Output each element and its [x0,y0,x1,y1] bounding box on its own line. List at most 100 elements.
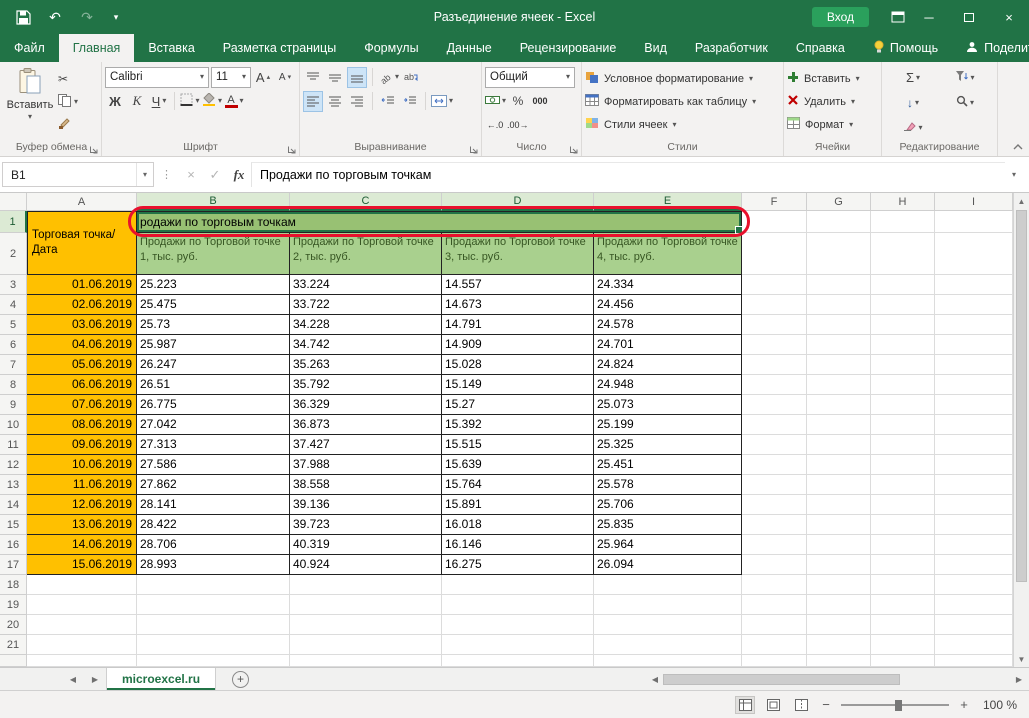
cell-H16[interactable] [871,535,935,555]
cell-B13[interactable]: 27.862 [137,475,290,495]
cell-H15[interactable] [871,515,935,535]
cell-I21[interactable] [935,635,1013,655]
cell-B20[interactable] [137,615,290,635]
autosum-button[interactable]: Σ▾ [885,67,941,88]
cell-G3[interactable] [807,275,871,295]
cell-F13[interactable] [742,475,807,495]
cell-B15[interactable]: 28.422 [137,515,290,535]
cell-C3[interactable]: 33.224 [290,275,442,295]
scroll-right-icon[interactable]: ▶ [1011,675,1027,684]
row-header-17[interactable]: 17 [0,555,27,575]
cell-I13[interactable] [935,475,1013,495]
ribbon-display-options-icon[interactable] [889,8,907,26]
cell-E15[interactable]: 25.835 [594,515,742,535]
cell-H1[interactable] [871,211,935,233]
cell-H13[interactable] [871,475,935,495]
cell-G10[interactable] [807,415,871,435]
clear-button[interactable]: ▾ [885,117,941,138]
cell-D22[interactable] [442,655,594,667]
cell-I20[interactable] [935,615,1013,635]
number-format-select[interactable]: Общий▾ [485,67,575,88]
row-header-3[interactable]: 3 [0,275,27,295]
cell-F3[interactable] [742,275,807,295]
cell-C18[interactable] [290,575,442,595]
cell-H14[interactable] [871,495,935,515]
italic-button[interactable]: К [127,91,147,112]
cell-G1[interactable] [807,211,871,233]
delete-cells-button[interactable]: Удалить▾ [787,90,878,113]
cell-C14[interactable]: 39.136 [290,495,442,515]
cell-E19[interactable] [594,595,742,615]
sheet-tab-microexcel[interactable]: microexcel.ru [106,668,216,690]
cell-I5[interactable] [935,315,1013,335]
bold-button[interactable]: Ж [105,91,125,112]
undo-icon[interactable]: ↶ [46,8,64,26]
cell-D10[interactable]: 15.392 [442,415,594,435]
row-header-14[interactable]: 14 [0,495,27,515]
collapse-ribbon-icon[interactable] [1013,139,1023,153]
cell-I16[interactable] [935,535,1013,555]
cell-E7[interactable]: 24.824 [594,355,742,375]
cell-D20[interactable] [442,615,594,635]
cell-D6[interactable]: 14.909 [442,335,594,355]
cell-F21[interactable] [742,635,807,655]
cell-D7[interactable]: 15.028 [442,355,594,375]
cell-C19[interactable] [290,595,442,615]
accounting-format-button[interactable]: ▾ [485,91,506,112]
row-header-19[interactable]: 19 [0,595,27,615]
cell-E13[interactable]: 25.578 [594,475,742,495]
cell-D11[interactable]: 15.515 [442,435,594,455]
format-as-table-button[interactable]: Форматировать как таблицу▾ [585,90,780,113]
zoom-slider[interactable] [841,698,949,712]
cell-D16[interactable]: 16.146 [442,535,594,555]
column-header-B[interactable]: B [137,193,290,211]
cell-A11-date[interactable]: 09.06.2019 [27,435,137,455]
cell-B18[interactable] [137,575,290,595]
cancel-button[interactable]: × [179,163,203,187]
cell-A7-date[interactable]: 05.06.2019 [27,355,137,375]
format-cells-button[interactable]: Формат▾ [787,113,878,136]
cell-A1-corner-header[interactable]: Торговая точка/ Дата [27,211,137,275]
cell-B17[interactable]: 28.993 [137,555,290,575]
cell-A21[interactable] [27,635,137,655]
cell-H10[interactable] [871,415,935,435]
align-top-button[interactable] [303,67,323,88]
cell-H2[interactable] [871,233,935,275]
cell-F1[interactable] [742,211,807,233]
font-dialog-launcher-icon[interactable] [287,144,297,154]
cell-H21[interactable] [871,635,935,655]
cell-B21[interactable] [137,635,290,655]
zoom-level[interactable]: 100 % [979,698,1017,712]
tab-данные[interactable]: Данные [433,34,506,62]
cell-E8[interactable]: 24.948 [594,375,742,395]
cell-I15[interactable] [935,515,1013,535]
cell-I7[interactable] [935,355,1013,375]
share-button[interactable]: Поделиться [952,34,1029,62]
cell-C21[interactable] [290,635,442,655]
fill-button[interactable]: ↓▾ [885,92,941,113]
cell-A9-date[interactable]: 07.06.2019 [27,395,137,415]
underline-button[interactable]: Ч▾ [149,91,169,112]
cell-C6[interactable]: 34.742 [290,335,442,355]
cell-F9[interactable] [742,395,807,415]
cell-A14-date[interactable]: 12.06.2019 [27,495,137,515]
cell-A12-date[interactable]: 10.06.2019 [27,455,137,475]
tab-рецензирование[interactable]: Рецензирование [506,34,631,62]
tab-разработчик[interactable]: Разработчик [681,34,782,62]
find-select-button[interactable]: ▾ [941,92,989,113]
vertical-scroll-thumb[interactable] [1016,210,1027,582]
cell-B2-series-header[interactable]: Продажи по Торговой точке 1, тыс. руб. [137,233,290,275]
cell-G18[interactable] [807,575,871,595]
cell-A4-date[interactable]: 02.06.2019 [27,295,137,315]
chevron-down-icon[interactable]: ▾ [136,163,153,186]
cell-B16[interactable]: 28.706 [137,535,290,555]
fill-color-button[interactable]: ▾ [202,91,222,112]
close-button[interactable]: × [991,2,1027,32]
cell-E11[interactable]: 25.325 [594,435,742,455]
row-header-11[interactable]: 11 [0,435,27,455]
cell-D4[interactable]: 14.673 [442,295,594,315]
align-left-button[interactable] [303,91,323,112]
page-break-view-icon[interactable] [791,696,811,714]
redo-icon[interactable]: ↷ [78,8,96,26]
cell-G6[interactable] [807,335,871,355]
